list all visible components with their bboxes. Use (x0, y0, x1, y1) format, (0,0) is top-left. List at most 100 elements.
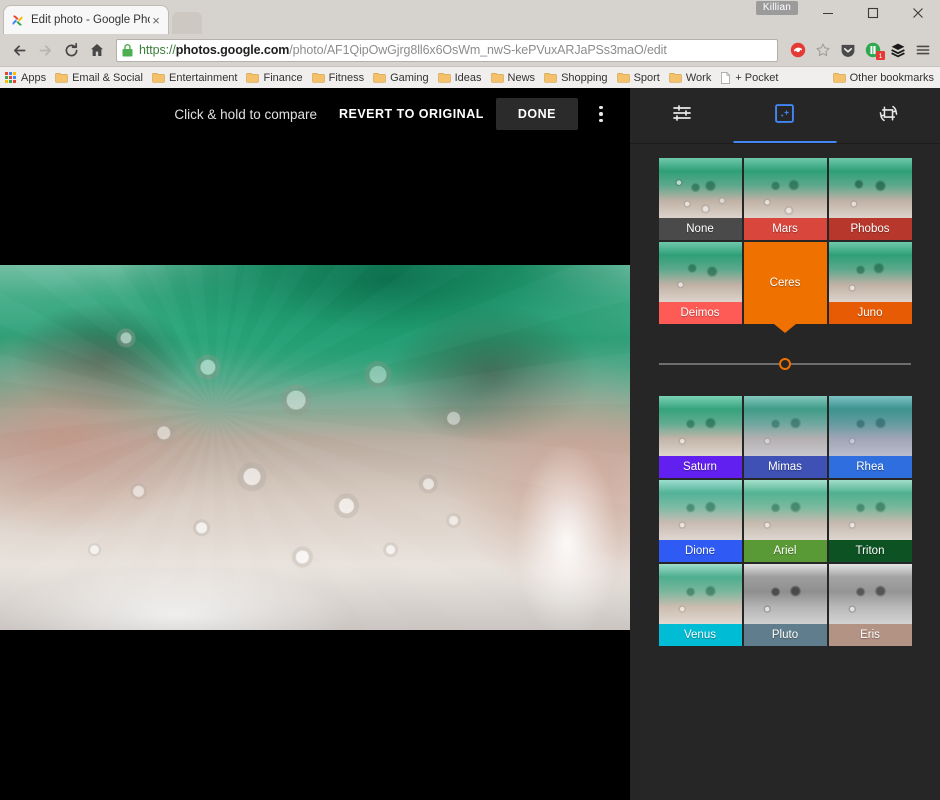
bookmark-folder-entertainment[interactable]: Entertainment (152, 72, 237, 84)
sliders-icon (670, 101, 694, 130)
more-options-icon[interactable] (586, 99, 616, 129)
folder-icon (246, 72, 260, 83)
url-text: https://photos.google.com/photo/AF1QipOw… (139, 43, 667, 57)
bookmark-apps-label: Apps (21, 71, 47, 84)
filter-tile-triton[interactable]: Triton (828, 480, 912, 562)
tab-adjustments[interactable] (630, 88, 733, 143)
slider-thumb[interactable] (779, 358, 791, 370)
browser-tab[interactable]: Edit photo - Google Photo × (4, 6, 168, 34)
filter-intensity-slider[interactable] (659, 354, 911, 374)
editor-tab-bar (630, 88, 940, 144)
compare-hint-label[interactable]: Click & hold to compare (174, 107, 317, 122)
filter-label: Dione (658, 540, 742, 562)
filter-label: Rhea (828, 456, 912, 478)
filter-tile-dione[interactable]: Dione (658, 480, 742, 562)
bookmark-folder-work[interactable]: Work (669, 72, 711, 84)
bookmark-folder-shopping[interactable]: Shopping (544, 72, 608, 84)
filter-tile-mimas[interactable]: Mimas (743, 396, 827, 478)
bookmark-label: Ideas (454, 71, 482, 84)
folder-icon (311, 72, 325, 83)
bookmark-apps[interactable]: Apps (5, 72, 46, 84)
bookmark-folder-gaming[interactable]: Gaming (373, 72, 429, 84)
minimize-icon[interactable] (805, 0, 850, 26)
filter-label: Phobos (828, 218, 912, 240)
filter-tile-ceres[interactable]: Ceres (743, 242, 827, 333)
filter-tile-ariel[interactable]: Ariel (743, 480, 827, 562)
reload-icon[interactable] (58, 37, 84, 63)
bookmark-label: Finance (263, 71, 303, 84)
profile-name-badge[interactable]: Killian (755, 1, 798, 15)
filter-tile-venus[interactable]: Venus (658, 564, 742, 646)
home-icon[interactable] (84, 37, 110, 63)
browser-window: Edit photo - Google Photo × Killian (0, 0, 940, 800)
bookmarks-bar: Apps Email & Social Entertainment Financ… (0, 66, 940, 88)
bookmark-folder-sport[interactable]: Sport (616, 72, 660, 84)
revert-to-original-button[interactable]: REVERT TO ORIGINAL (339, 107, 484, 121)
filter-tile-mars[interactable]: Mars (743, 158, 827, 240)
layers-icon[interactable] (887, 38, 909, 62)
bookmark-folder-ideas[interactable]: Ideas (437, 71, 482, 84)
close-icon[interactable] (895, 0, 940, 26)
url-scheme: https:// (139, 43, 176, 57)
filter-tile-juno[interactable]: Juno (828, 242, 912, 324)
filter-tile-phobos[interactable]: Phobos (828, 158, 912, 240)
bookmark-pocket[interactable]: + Pocket (720, 72, 778, 84)
extensions-toolbar: 1 (782, 38, 934, 62)
folder-icon (490, 72, 504, 83)
done-button[interactable]: DONE (495, 98, 578, 130)
bookmark-folder-news[interactable]: News (490, 72, 535, 84)
filter-tile-deimos[interactable]: Deimos (658, 242, 742, 324)
folder-icon (373, 72, 386, 83)
filter-group-cool: Saturn Mimas Rhea Dione Ariel Triton Ven… (630, 396, 940, 646)
folder-icon (616, 72, 630, 83)
soap-bubble-foam-macro-photo[interactable] (0, 265, 630, 630)
folder-icon (669, 72, 682, 83)
evernote-icon[interactable]: 1 (862, 38, 885, 62)
filter-tile-rhea[interactable]: Rhea (828, 396, 912, 478)
bookmark-folder-email-social[interactable]: Email & Social (55, 72, 143, 84)
maximize-icon[interactable] (850, 0, 895, 26)
filter-label: Venus (658, 624, 742, 646)
filter-tile-none[interactable]: None (658, 158, 742, 240)
navigation-bar: https://photos.google.com/photo/AF1QipOw… (0, 34, 940, 66)
bookmark-folder-finance[interactable]: Finance (246, 71, 303, 84)
bookmark-folder-fitness[interactable]: Fitness (311, 71, 365, 84)
editor-toolbar: Click & hold to compare REVERT TO ORIGIN… (0, 88, 630, 140)
tab-filters[interactable] (733, 88, 837, 143)
new-tab-button[interactable] (172, 12, 202, 34)
tab-title: Edit photo - Google Photo (31, 14, 150, 26)
filter-tile-pluto[interactable]: Pluto (743, 564, 827, 646)
tab-close-icon[interactable]: × (150, 14, 162, 27)
bookmark-star-icon[interactable] (812, 38, 834, 62)
tab-crop-rotate[interactable] (837, 88, 940, 143)
adblock-icon[interactable] (787, 38, 809, 62)
filter-tile-saturn[interactable]: Saturn (658, 396, 742, 478)
filter-tile-eris[interactable]: Eris (828, 564, 912, 646)
filter-group-warm: None Mars Phobos Deimos Ceres Juno (630, 158, 940, 333)
secure-lock-icon (122, 43, 134, 57)
bookmark-label: Fitness (328, 71, 365, 84)
bookmark-label: Work (685, 71, 712, 84)
google-photos-pinwheel-icon (10, 13, 25, 28)
crop-rotate-icon (876, 101, 901, 131)
folder-icon (437, 72, 451, 83)
bookmark-other-bookmarks[interactable]: Other bookmarks (832, 72, 934, 84)
bookmark-label: + Pocket (735, 71, 779, 84)
forward-arrow-icon (32, 37, 58, 63)
active-tab-underline (733, 141, 837, 143)
apps-grid-icon (5, 72, 16, 83)
chrome-menu-icon[interactable] (912, 38, 934, 62)
folder-icon (152, 72, 165, 83)
bookmark-label: Gaming (390, 71, 429, 84)
back-arrow-icon[interactable] (6, 37, 32, 63)
filter-label: Deimos (658, 302, 742, 324)
folder-icon (832, 72, 846, 83)
filter-label: Ariel (743, 540, 827, 562)
selected-filter-pointer (774, 324, 796, 333)
filter-label: Saturn (658, 456, 742, 478)
bookmark-label: Shopping (561, 71, 608, 84)
address-bar[interactable]: https://photos.google.com/photo/AF1QipOw… (116, 38, 778, 62)
pocket-icon[interactable] (837, 38, 859, 62)
filter-label: Mars (743, 218, 827, 240)
folder-icon (55, 72, 68, 83)
